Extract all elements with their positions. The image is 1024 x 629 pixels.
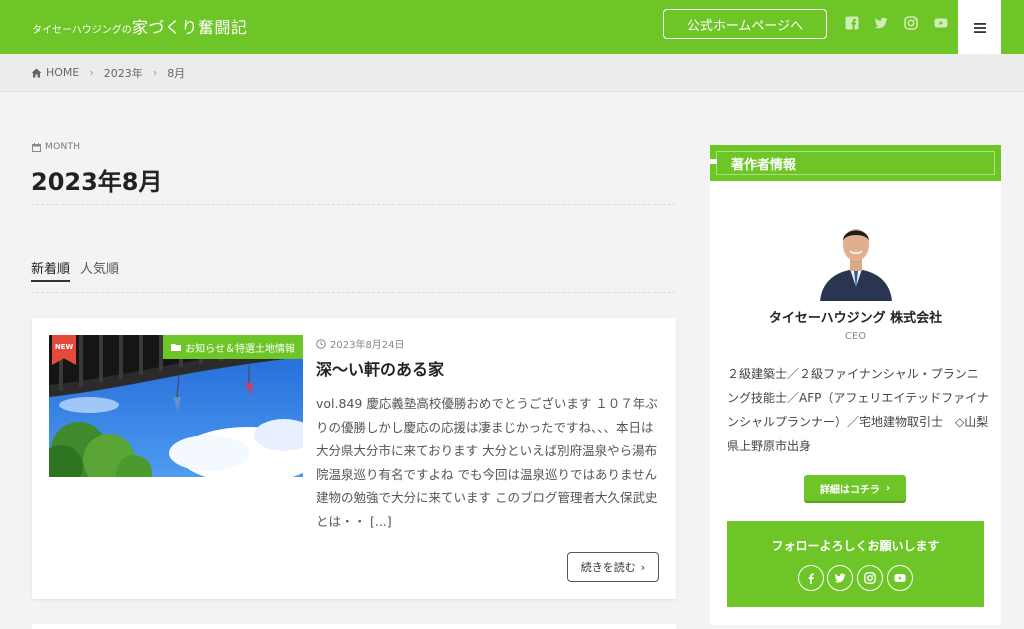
- widget-title: 著作者情報: [716, 151, 995, 175]
- divider: [31, 292, 676, 293]
- chevron-right-icon: ›: [640, 560, 646, 574]
- twitter-icon[interactable]: [874, 16, 888, 30]
- author-detail-button[interactable]: 詳細はコチラ ›: [804, 475, 906, 501]
- chevron-right-icon: ›: [885, 482, 891, 494]
- author-role: CEO: [844, 331, 867, 342]
- sort-tab-newest[interactable]: 新着順: [31, 258, 71, 282]
- logo-small-text: タイセーハウジングの: [32, 25, 132, 36]
- author-name: タイセーハウジング 株式会社: [768, 311, 943, 326]
- archive-type-label: MONTH: [32, 142, 80, 152]
- widget-header: 著作者情報: [709, 145, 1001, 181]
- site-logo[interactable]: タイセーハウジングの 家づくり奮闘記: [32, 14, 247, 38]
- avatar: [812, 209, 900, 301]
- facebook-icon[interactable]: [845, 16, 859, 30]
- follow-box: フォローよろしくお願いします: [727, 521, 984, 607]
- widget-header-accent: [709, 159, 717, 164]
- breadcrumb-year[interactable]: 2023年: [104, 65, 143, 81]
- breadcrumb-month: 8月: [167, 66, 186, 80]
- category-label: お知らせ＆特選土地情報: [185, 343, 295, 355]
- folder-icon: [171, 344, 182, 351]
- category-badge[interactable]: お知らせ＆特選土地情報: [163, 335, 303, 359]
- clock-icon: [316, 338, 326, 349]
- post-thumbnail[interactable]: NEW お知らせ＆特選土地情報: [49, 335, 303, 477]
- youtube-icon[interactable]: [934, 16, 948, 30]
- instagram-icon[interactable]: [857, 565, 883, 591]
- logo-main-text: 家づくり奮闘記: [131, 18, 248, 37]
- calendar-icon: [32, 142, 41, 152]
- hamburger-menu-button[interactable]: [958, 0, 1001, 54]
- read-more-label: 続きを読む: [580, 561, 636, 574]
- official-homepage-button[interactable]: 公式ホームページへ: [663, 9, 827, 39]
- sort-tab-popular[interactable]: 人気順: [80, 258, 119, 277]
- follow-title: フォローよろしくお願いします: [771, 539, 940, 553]
- author-bio: ２級建築士／２級ファイナンシャル・プランニング技能士／AFP（アフェリエイテッド…: [727, 367, 989, 453]
- site-header: タイセーハウジングの 家づくり奮闘記 公式ホームページへ: [0, 0, 1024, 54]
- author-widget: 著作者情報 タイセーハウジング 株式会社 CEO ２級建築士／２級ファイナンシャ…: [709, 145, 1001, 625]
- page-title: 2023年8月: [31, 168, 163, 196]
- author-detail-label: 詳細はコチラ: [819, 484, 880, 496]
- twitter-icon[interactable]: [827, 565, 853, 591]
- divider: [31, 204, 676, 205]
- archive-type-text: MONTH: [45, 142, 81, 152]
- breadcrumb: HOME › 2023年 › 8月: [0, 54, 1024, 92]
- post-card[interactable]: NEW お知らせ＆特選土地情報 2023年8月24日 深〜い軒のある家 vol.…: [32, 318, 676, 599]
- post-card[interactable]: [32, 624, 676, 629]
- hamburger-icon: [973, 18, 986, 37]
- post-date-text: 2023年8月24日: [330, 340, 405, 351]
- instagram-icon[interactable]: [904, 16, 918, 30]
- breadcrumb-chevron-icon: ›: [152, 66, 158, 79]
- breadcrumb-home[interactable]: HOME: [31, 66, 79, 79]
- facebook-icon[interactable]: [798, 565, 824, 591]
- youtube-icon[interactable]: [887, 565, 913, 591]
- home-icon: [31, 68, 42, 77]
- post-excerpt: vol.849 慶応義塾高校優勝おめでとうございます １０７年ぶりの優勝しかし慶…: [316, 396, 658, 529]
- breadcrumb-chevron-icon: ›: [89, 66, 94, 79]
- post-date: 2023年8月24日: [316, 336, 405, 351]
- post-title[interactable]: 深〜い軒のある家: [316, 356, 444, 380]
- breadcrumb-home-label: HOME: [46, 66, 80, 79]
- read-more-button[interactable]: 続きを読む ›: [567, 552, 659, 582]
